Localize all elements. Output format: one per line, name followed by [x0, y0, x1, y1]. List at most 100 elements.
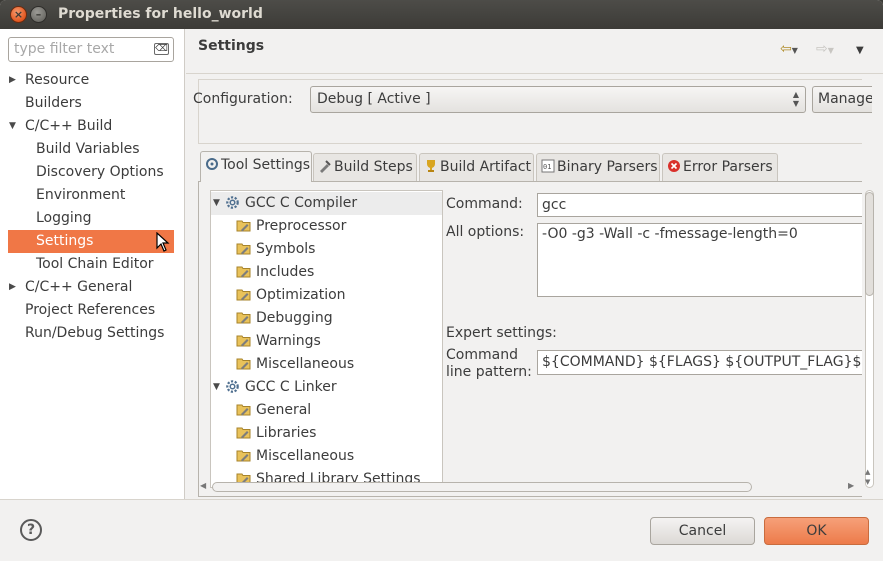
horizontal-scrollbar[interactable]: ◀ ▶ [198, 479, 862, 493]
option-category-debugging[interactable]: Debugging [211, 307, 442, 330]
minimize-icon: – [35, 8, 42, 21]
nav-item-c-c-build[interactable]: ▼ C/C++ Build [9, 115, 112, 138]
option-category-optimization[interactable]: Optimization [211, 284, 442, 307]
scroll-right-icon[interactable]: ▶ [848, 481, 854, 490]
configuration-select[interactable]: Debug [ Active ] ▲ ▼ [310, 86, 806, 113]
option-category-miscellaneous[interactable]: Miscellaneous [211, 445, 442, 468]
nav-item-label: Project References [25, 302, 156, 318]
tool-gcc-c-compiler[interactable]: ▼ GCC C Compiler [211, 192, 442, 215]
option-label: General [256, 402, 312, 418]
expert-settings-label: Expert settings: [446, 325, 557, 341]
tool-gcc-c-linker[interactable]: ▼ GCC C Linker [211, 376, 442, 399]
scroll-down-icon[interactable]: ▼ [865, 478, 870, 486]
option-label: Preprocessor [256, 218, 347, 234]
tool-tree: ▼ GCC C Compiler Preprocessor Symbols Includ… [210, 190, 443, 488]
nav-item-c-c-general[interactable]: ▶ C/C++ General [9, 276, 133, 299]
nav-item-resource[interactable]: ▶ Resource [9, 69, 90, 92]
properties-nav-pane: type filter text ⌫ ▶ Resource Builders ▼ C/C… [0, 29, 185, 499]
option-category-libraries[interactable]: Libraries [211, 422, 442, 445]
collapsed-arrow-icon[interactable]: ▶ [9, 276, 16, 299]
view-menu-icon[interactable]: ▼ [856, 45, 864, 56]
configuration-label: Configuration: [193, 91, 293, 107]
window-minimize-button[interactable]: – [30, 6, 47, 23]
ok-button[interactable]: OK [764, 517, 869, 545]
command-line-pattern-input[interactable]: ${COMMAND} ${FLAGS} ${OUTPUT_FLAG}${OUTP… [537, 350, 862, 375]
option-folder-icon [236, 353, 255, 376]
tab-tool-settings[interactable]: Tool Settings [200, 151, 312, 182]
expanded-arrow-icon[interactable]: ▼ [213, 376, 220, 399]
cancel-button[interactable]: Cancel [650, 517, 755, 545]
scroll-left-icon[interactable]: ◀ [200, 481, 206, 490]
forward-button[interactable]: ⇨▼ [816, 41, 834, 57]
nav-item-environment[interactable]: Environment [36, 184, 125, 207]
nav-item-discovery-options[interactable]: Discovery Options [36, 161, 164, 184]
option-category-preprocessor[interactable]: Preprocessor [211, 215, 442, 238]
mouse-cursor-icon [156, 231, 170, 260]
option-category-includes[interactable]: Includes [211, 261, 442, 284]
tab-label: Error Parsers [683, 159, 773, 175]
window-close-button[interactable]: × [10, 6, 27, 23]
tab-binary-parsers[interactable]: 01 Binary Parsers [536, 153, 660, 181]
option-label: Symbols [256, 241, 316, 257]
back-button[interactable]: ⇦▼ [780, 41, 798, 57]
nav-item-build-variables[interactable]: Build Variables [36, 138, 140, 161]
option-category-miscellaneous[interactable]: Miscellaneous [211, 353, 442, 376]
manage-configurations-button[interactable]: Manage Configurations... [812, 86, 872, 113]
nav-item-run-debug-settings[interactable]: Run/Debug Settings [25, 322, 164, 345]
help-icon[interactable]: ? [20, 519, 42, 541]
nav-item-label: C/C++ General [25, 279, 133, 295]
filter-placeholder: type filter text [14, 41, 115, 57]
nav-item-logging[interactable]: Logging [36, 207, 92, 230]
option-label: Debugging [256, 310, 333, 326]
trophy-icon [424, 159, 440, 175]
tab-build-artifact[interactable]: Build Artifact [419, 153, 534, 181]
option-category-warnings[interactable]: Warnings [211, 330, 442, 353]
command-line-pattern-label-1: Command [446, 347, 518, 363]
option-label: Miscellaneous [256, 356, 355, 372]
all-options-label: All options: [446, 224, 525, 240]
nav-item-label: Settings [36, 233, 94, 249]
settings-page: Settings ⇦▼ ⇨▼ ▼ Configuration: Debug [ … [186, 29, 883, 499]
back-dropdown-icon: ▼ [791, 46, 798, 55]
tab-build-steps[interactable]: Build Steps [313, 153, 417, 181]
forward-dropdown-icon: ▼ [827, 46, 834, 55]
title-bar: × – Properties for hello_world [0, 0, 883, 29]
vertical-scrollbar[interactable]: ▲ ▼ [864, 190, 875, 488]
clear-filter-icon[interactable]: ⌫ [154, 43, 169, 55]
dialog-button-bar: ? Cancel OK [0, 499, 883, 561]
command-input[interactable]: gcc [537, 193, 862, 217]
nav-item-tool-chain-editor[interactable]: Tool Chain Editor [36, 253, 154, 276]
build-steps-icon [318, 159, 334, 175]
window-title: Properties for hello_world [58, 6, 263, 22]
all-options-textarea[interactable]: -O0 -g3 -Wall -c -fmessage-length=0 [537, 223, 862, 297]
option-folder-icon [236, 422, 255, 445]
expanded-arrow-icon[interactable]: ▼ [9, 115, 16, 138]
hscroll-thumb[interactable] [212, 482, 752, 492]
tab-label: Tool Settings [221, 157, 311, 173]
tab-label: Build Steps [334, 159, 413, 175]
expanded-arrow-icon[interactable]: ▼ [213, 192, 220, 215]
all-options-value: -O0 -g3 -Wall -c -fmessage-length=0 [542, 226, 798, 242]
command-line-pattern-value: ${COMMAND} ${FLAGS} ${OUTPUT_FLAG}${OUTP… [542, 354, 862, 370]
option-label: Warnings [256, 333, 321, 349]
nav-item-label: Resource [25, 72, 90, 88]
configuration-value: Debug [ Active ] [317, 91, 431, 107]
nav-item-project-references[interactable]: Project References [25, 299, 155, 322]
nav-item-label: Tool Chain Editor [36, 256, 154, 272]
filter-input[interactable]: type filter text ⌫ [8, 37, 174, 62]
option-category-general[interactable]: General [211, 399, 442, 422]
collapsed-arrow-icon[interactable]: ▶ [9, 69, 16, 92]
nav-item-builders[interactable]: Builders [25, 92, 82, 115]
option-folder-icon [236, 261, 255, 284]
tool-label: GCC C Compiler [245, 195, 358, 211]
nav-item-settings[interactable]: Settings [8, 230, 174, 253]
scroll-up-icon[interactable]: ▲ [865, 468, 870, 476]
tool-label: GCC C Linker [245, 379, 337, 395]
scroll-thumb[interactable] [865, 192, 874, 296]
nav-item-label: Build Variables [36, 141, 140, 157]
forward-arrow-icon: ⇨ [816, 41, 828, 57]
option-category-symbols[interactable]: Symbols [211, 238, 442, 261]
tab-error-parsers[interactable]: Error Parsers [662, 153, 778, 181]
option-label: Libraries [256, 425, 317, 441]
tab-label: Build Artifact [440, 159, 531, 175]
